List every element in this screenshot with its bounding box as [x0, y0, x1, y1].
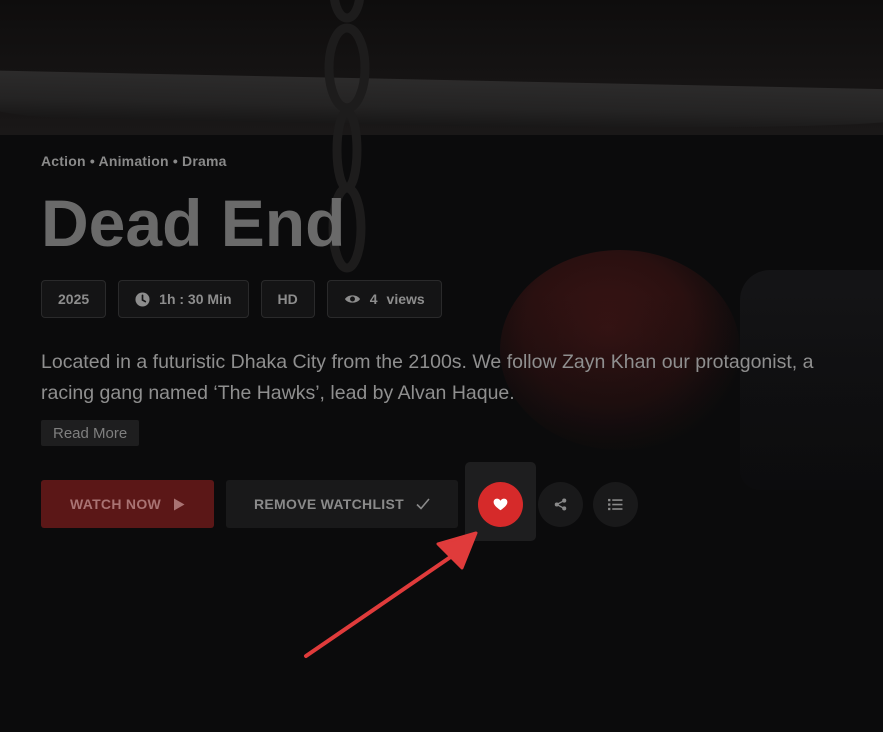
year-badge: 2025: [41, 280, 107, 318]
eye-icon: [344, 295, 360, 303]
year-value: 2025: [58, 291, 90, 307]
action-bar: WATCH NOW REMOVE WATCHLIST: [41, 462, 841, 542]
check-icon: [416, 498, 430, 510]
clock-icon: [135, 291, 150, 307]
playlist-button[interactable]: [593, 482, 638, 527]
views-label: views: [386, 291, 425, 307]
play-icon: [174, 498, 185, 510]
remove-watchlist-button[interactable]: REMOVE WATCHLIST: [226, 480, 458, 528]
movie-description: Located in a futuristic Dhaka City from …: [41, 351, 814, 404]
quality-value: HD: [277, 291, 298, 307]
views-count: 4: [369, 291, 378, 307]
heart-icon: [493, 498, 508, 511]
remove-watchlist-label: REMOVE WATCHLIST: [254, 496, 404, 512]
quality-badge: HD: [260, 280, 315, 318]
watch-now-button[interactable]: WATCH NOW: [41, 480, 214, 528]
movie-detail-hero: Action • Animation • Drama Dead End 2025…: [0, 0, 883, 732]
favorite-button[interactable]: [478, 482, 523, 527]
read-more-button[interactable]: Read More: [41, 420, 140, 446]
list-icon: [608, 498, 623, 511]
movie-title: Dead End: [41, 186, 346, 260]
duration-value: 1h : 30 Min: [159, 291, 232, 307]
duration-badge: 1h : 30 Min: [118, 280, 249, 318]
share-icon: [554, 498, 567, 511]
meta-row: 2025 1h : 30 Min HD 4 views: [41, 280, 442, 318]
watch-now-label: WATCH NOW: [69, 496, 162, 512]
share-button[interactable]: [538, 482, 583, 527]
genre-list: Action • Animation • Drama: [41, 153, 227, 169]
views-badge: 4 views: [326, 280, 442, 318]
favorite-highlight: [465, 462, 536, 541]
